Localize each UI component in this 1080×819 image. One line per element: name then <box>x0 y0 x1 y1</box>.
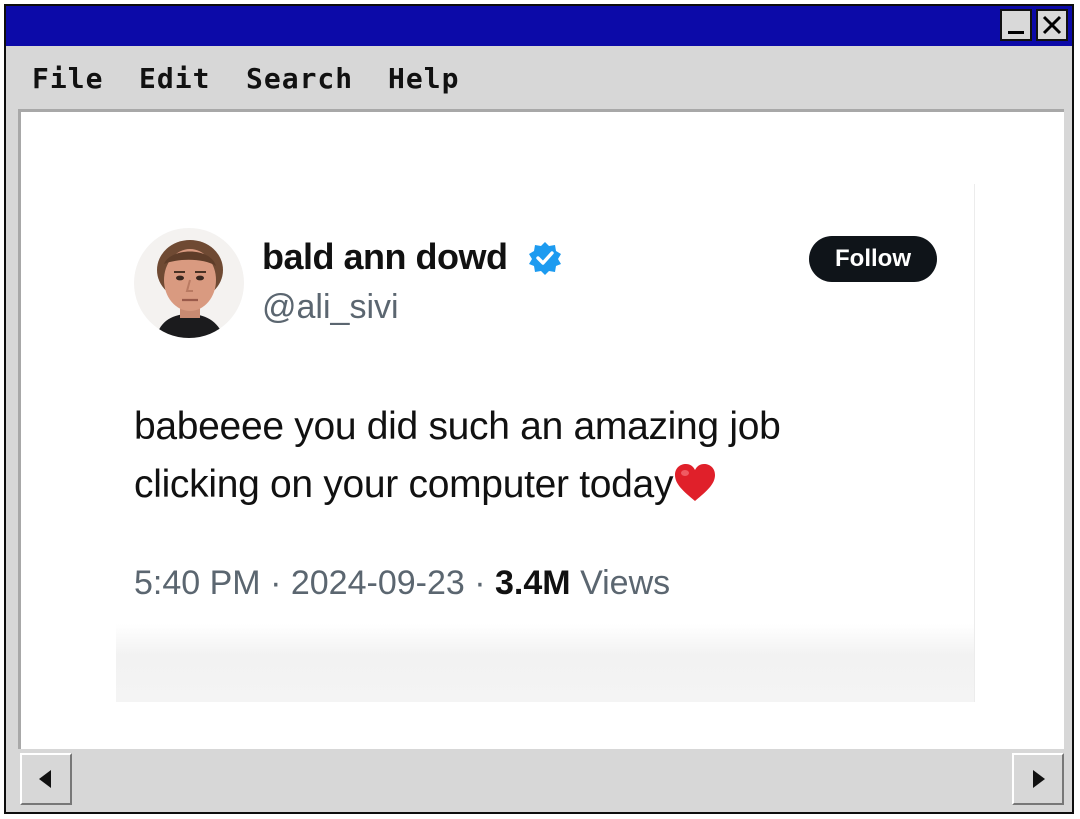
tweet-time[interactable]: 5:40 PM <box>134 564 261 602</box>
left-arrow-icon <box>39 770 51 788</box>
user-handle[interactable]: @ali_sivi <box>262 288 399 327</box>
close-icon <box>1042 15 1062 35</box>
tweet-card: bald ann dowd @ali_sivi Follow babeeee y… <box>116 184 975 702</box>
follow-button[interactable]: Follow <box>809 236 937 282</box>
tweet-text: babeeee you did such an amazing job clic… <box>134 398 934 514</box>
tweet-text-line-1: babeeee you did such an amazing job <box>134 405 781 448</box>
right-arrow-icon <box>1033 770 1045 788</box>
menu-edit[interactable]: Edit <box>139 62 210 95</box>
meta-separator: · <box>474 564 486 602</box>
menu-bar: File Edit Search Help <box>6 46 1072 108</box>
avatar-image <box>134 228 244 338</box>
views-label: Views <box>580 564 671 602</box>
horizontal-scrollbar[interactable] <box>18 751 1064 807</box>
close-button[interactable] <box>1036 9 1068 41</box>
menu-search[interactable]: Search <box>246 62 353 95</box>
avatar[interactable] <box>134 228 244 338</box>
verified-badge-icon <box>529 242 561 275</box>
minimize-icon <box>1008 31 1024 34</box>
meta-separator: · <box>270 564 282 602</box>
tweet-date[interactable]: 2024-09-23 <box>291 564 465 602</box>
heart-emoji-icon <box>675 464 716 501</box>
title-bar[interactable] <box>6 6 1072 46</box>
tweet-meta: 5:40 PM · 2024-09-23 · 3.4M Views <box>134 564 670 603</box>
scroll-left-button[interactable] <box>20 753 72 805</box>
scroll-right-button[interactable] <box>1012 753 1064 805</box>
app-window: File Edit Search Help bald ann dowd @ali… <box>4 4 1074 814</box>
tweet-text-line-2: clicking on your computer today <box>134 463 674 506</box>
menu-help[interactable]: Help <box>388 62 459 95</box>
scroll-track[interactable] <box>74 753 1010 805</box>
tweet-footer-fade <box>116 624 974 702</box>
menu-file[interactable]: File <box>32 62 103 95</box>
content-area: bald ann dowd @ali_sivi Follow babeeee y… <box>18 109 1064 749</box>
minimize-button[interactable] <box>1000 9 1032 41</box>
display-name[interactable]: bald ann dowd <box>262 236 508 278</box>
view-count: 3.4M <box>495 564 571 602</box>
